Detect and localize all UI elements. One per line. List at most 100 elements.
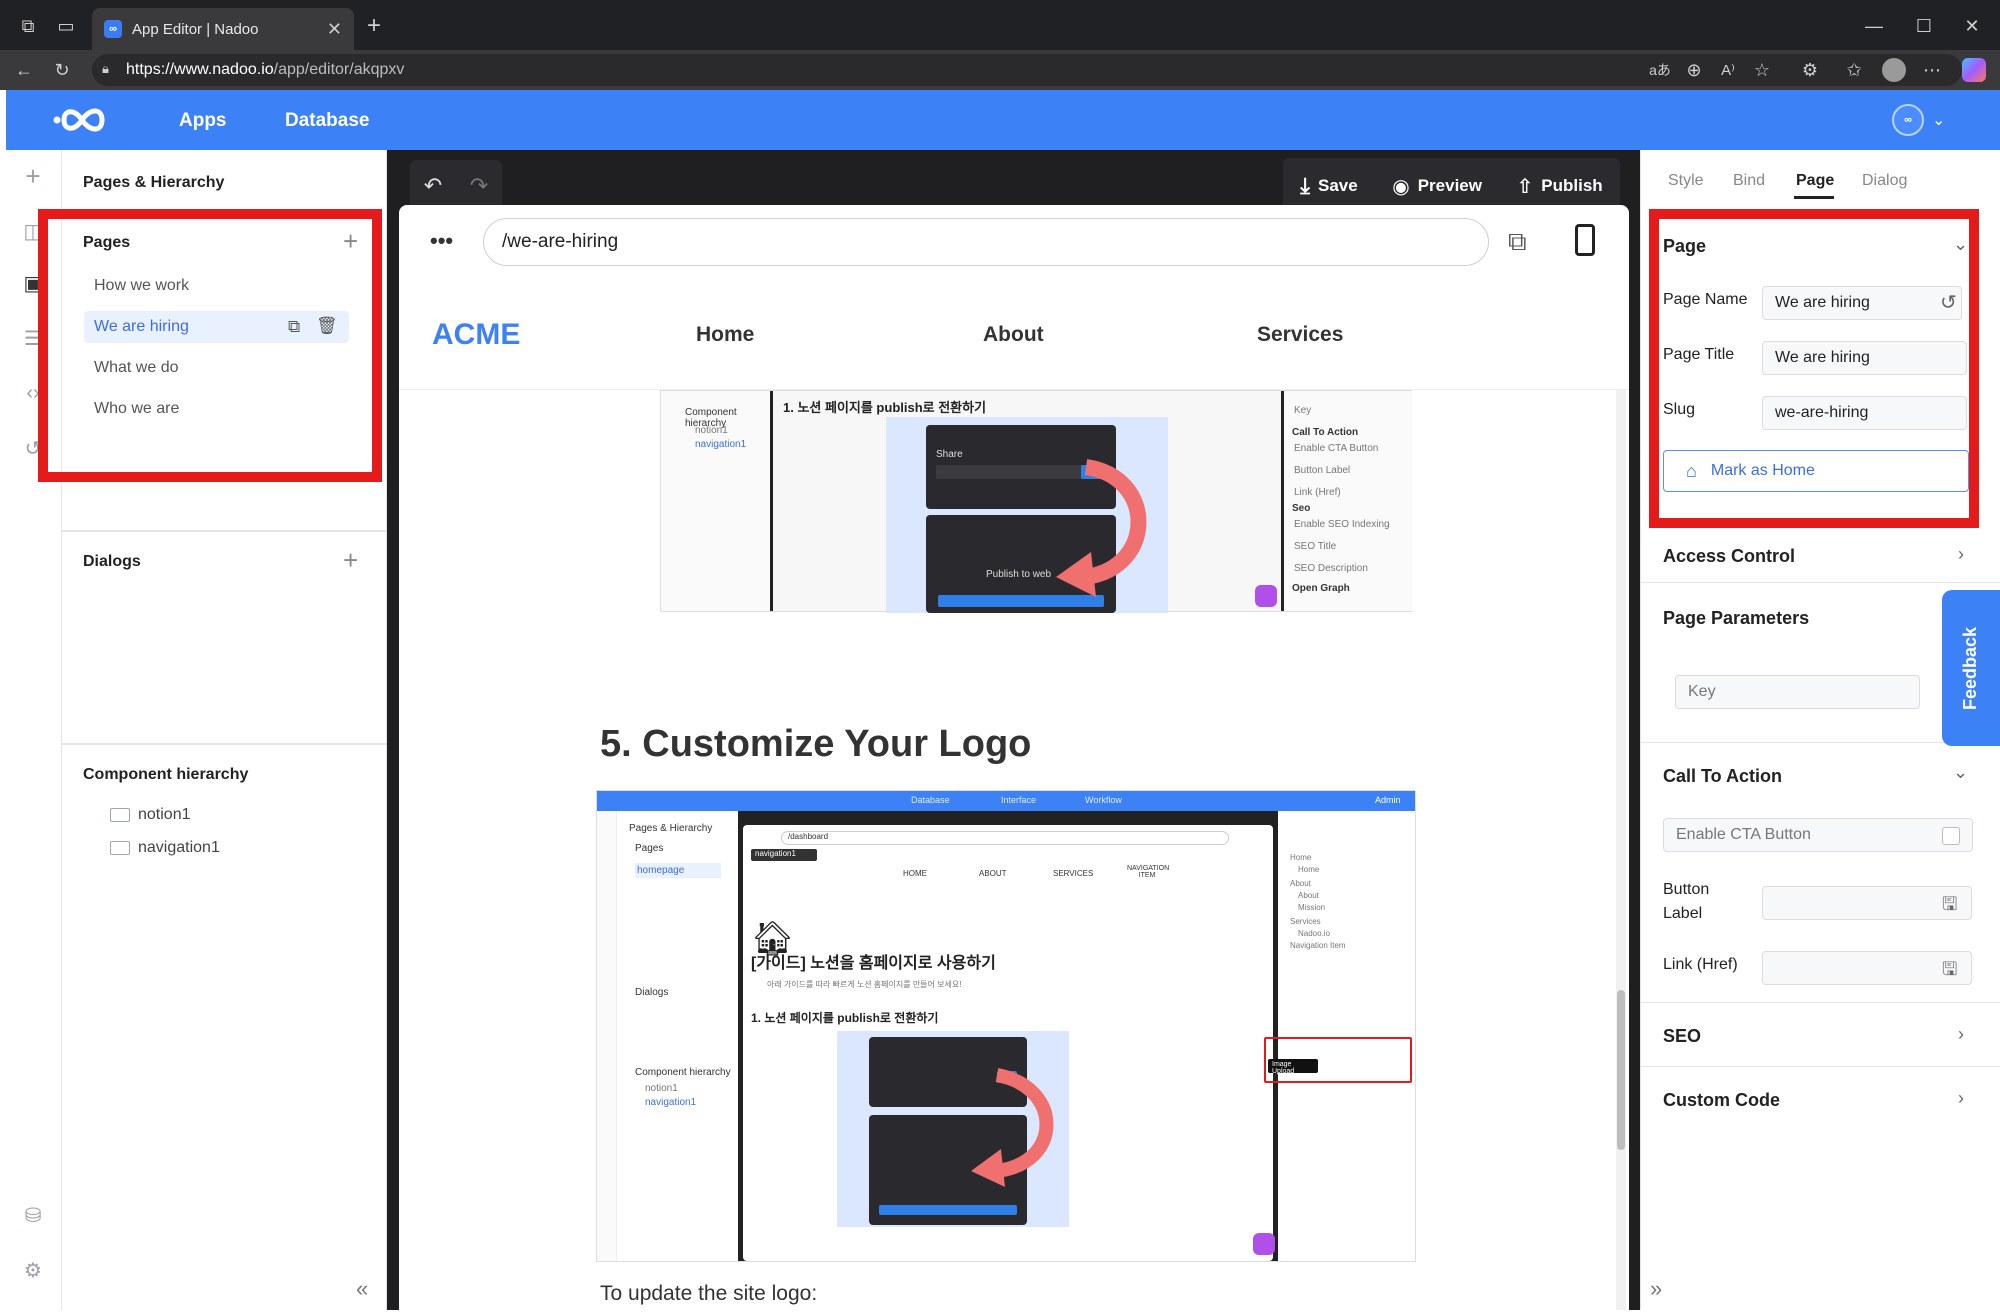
link-href-label: Link (Href) [1663, 956, 1738, 973]
enable-cta-row[interactable]: Enable CTA Button [1663, 818, 1973, 852]
canvas-scrollbar[interactable] [1616, 390, 1626, 1310]
mini-seo: Seo [1292, 503, 1311, 514]
publish-button[interactable]: ⇧ Publish [1517, 174, 1603, 199]
mini-interface: Interface [1001, 795, 1037, 805]
maximize-icon[interactable]: ☐ [1910, 12, 1938, 40]
extensions-icon[interactable]: ⚙ [1798, 56, 1822, 84]
mini-image-upload-tooltip: Image Upload [1268, 1059, 1318, 1075]
preview-button[interactable]: ◉ Preview [1392, 174, 1482, 199]
chevron-right-icon[interactable]: › [1958, 544, 1964, 565]
nav-database[interactable]: Database [285, 106, 370, 136]
reset-icon[interactable]: ↺ [1940, 290, 1957, 315]
account-chevron-down-icon[interactable]: ⌄ [1932, 110, 1945, 130]
open-external-icon[interactable]: ⧉ [1508, 226, 1527, 258]
call-to-action-title: Call To Action [1663, 766, 1782, 786]
seo-title[interactable]: SEO [1663, 1026, 1701, 1047]
tree-item-navigation1[interactable]: navigation1 [110, 839, 220, 857]
site-logo[interactable]: ACME [432, 318, 520, 352]
mini-services: SERVICES [1053, 869, 1094, 878]
page-item-what-we-do[interactable]: What we do [84, 352, 349, 384]
custom-code-title[interactable]: Custom Code [1663, 1090, 1780, 1111]
delete-page-icon[interactable]: 🗑︎ [316, 316, 338, 336]
zoom-icon[interactable]: ⊕ [1682, 56, 1706, 84]
feedback-button[interactable]: Feedback [1942, 590, 2000, 746]
mini-pages: Pages [635, 843, 664, 854]
mini-navigation1: navigation1 [695, 439, 747, 450]
mini-step1-heading: 1. 노션 페이지를 publish로 전환하기 [751, 1011, 939, 1025]
mini-tree-nav-item: Navigation Item [1290, 941, 1346, 950]
site-nav-services[interactable]: Services [1257, 323, 1343, 347]
slug-input[interactable]: we-are-hiring [1762, 396, 1967, 430]
page-path-input[interactable]: /we-are-hiring [483, 218, 1489, 266]
mini-right-panel: Key Call To Action Enable CTA Button But… [1281, 391, 1413, 611]
profile-avatar[interactable] [1882, 58, 1906, 82]
duplicate-page-icon[interactable]: ⧉ [288, 317, 300, 337]
database-icon[interactable]: ⛁ [20, 1202, 46, 1228]
site-nav-home[interactable]: Home [696, 323, 754, 347]
save-button[interactable]: ⤓ Save [1300, 173, 1357, 199]
mini-canvas: /dashboard HOME ABOUT SERVICES NAVIGATIO… [741, 811, 1275, 1261]
tree-item-notion1[interactable]: notion1 [110, 806, 191, 824]
mark-as-home-button[interactable]: ⌂ Mark as Home [1663, 450, 1969, 492]
tab-bind[interactable]: Bind [1733, 172, 1765, 190]
add-page-icon[interactable]: + [343, 226, 358, 257]
button-label-input[interactable] [1762, 886, 1972, 920]
close-window-icon[interactable]: ✕ [1958, 12, 1986, 40]
nadoo-logo[interactable] [52, 100, 118, 140]
workspaces-icon[interactable]: ⧉ [14, 12, 42, 40]
mini-home: HOME [903, 869, 927, 878]
page-section-chevron-icon[interactable]: ⌄ [1953, 234, 1968, 255]
close-tab-icon[interactable]: ✕ [327, 19, 342, 40]
collapse-left-panel-icon[interactable]: « [356, 1276, 368, 1302]
new-tab-icon[interactable]: + [360, 12, 388, 40]
divider [1641, 1066, 2000, 1067]
reload-icon[interactable]: ↻ [48, 56, 76, 84]
page-item-we-are-hiring[interactable]: We are hiring ⧉ 🗑︎ [84, 311, 349, 343]
more-menu-icon[interactable]: ⋯ [1920, 56, 1944, 84]
copilot-icon[interactable] [1962, 58, 1986, 82]
site-nav-about[interactable]: About [983, 323, 1044, 347]
tab-actions-icon[interactable]: ▭ [52, 12, 80, 40]
settings-icon[interactable]: ⚙ [20, 1257, 46, 1283]
expand-right-panel-icon[interactable]: » [1650, 1276, 1662, 1302]
parameter-key-input[interactable]: Key [1675, 675, 1920, 709]
nav-apps[interactable]: Apps [179, 106, 227, 136]
page-item-who-we-are[interactable]: Who we are [84, 393, 349, 425]
mini-tree-nadoo: Nadoo.io [1298, 929, 1331, 938]
add-dialog-icon[interactable]: + [343, 545, 358, 576]
favorites-icon[interactable]: ✩ [1842, 56, 1866, 84]
mini-app-header: Database Interface Workflow Admin [597, 791, 1415, 811]
save-field-icon[interactable]: 🖫 [1942, 892, 1957, 922]
save-field-icon[interactable]: 🖫 [1942, 957, 1957, 987]
page-name-input[interactable]: We are hiring [1762, 286, 1962, 320]
redo-icon[interactable]: ↷ [470, 173, 488, 199]
page-section-title: Page [1663, 236, 1707, 256]
undo-icon[interactable]: ↶ [424, 173, 442, 199]
read-aloud-icon[interactable]: aあ [1648, 56, 1672, 84]
chevron-down-icon[interactable]: ⌄ [1953, 762, 1968, 783]
mini-pages-hierarchy: Pages & Hierarchy [629, 823, 713, 834]
back-icon[interactable]: ← [10, 56, 38, 84]
lock-icon: 🔒︎ [102, 61, 109, 76]
mobile-view-icon[interactable] [1575, 224, 1595, 256]
enable-cta-checkbox[interactable] [1942, 827, 1960, 845]
link-href-input[interactable] [1762, 951, 1972, 985]
immersive-reader-icon[interactable]: A⁾ [1716, 56, 1740, 84]
favorite-star-icon[interactable]: ☆ [1750, 56, 1774, 84]
page-item-how-we-work[interactable]: How we work [84, 270, 349, 302]
add-component-icon[interactable]: + [20, 161, 46, 191]
browser-tab[interactable]: ∞ App Editor | Nadoo ✕ [92, 8, 354, 50]
tab-page[interactable]: Page [1796, 172, 1834, 190]
chevron-right-icon[interactable]: › [1958, 1088, 1964, 1109]
tab-style[interactable]: Style [1668, 172, 1704, 190]
page-title-input[interactable]: We are hiring [1762, 341, 1967, 375]
more-options-icon[interactable]: ••• [430, 228, 453, 254]
access-control-title[interactable]: Access Control [1663, 546, 1795, 567]
user-avatar[interactable]: ∞ [1892, 104, 1924, 136]
chevron-right-icon[interactable]: › [1958, 1024, 1964, 1045]
mini-cloud-badge-2 [1253, 1233, 1275, 1255]
canvas-scrollbar-thumb[interactable] [1617, 990, 1625, 1150]
mini-component-hierarchy-2: Component hierarchy [635, 1067, 731, 1078]
minimize-icon[interactable]: — [1860, 12, 1888, 40]
tab-dialog[interactable]: Dialog [1862, 172, 1907, 190]
